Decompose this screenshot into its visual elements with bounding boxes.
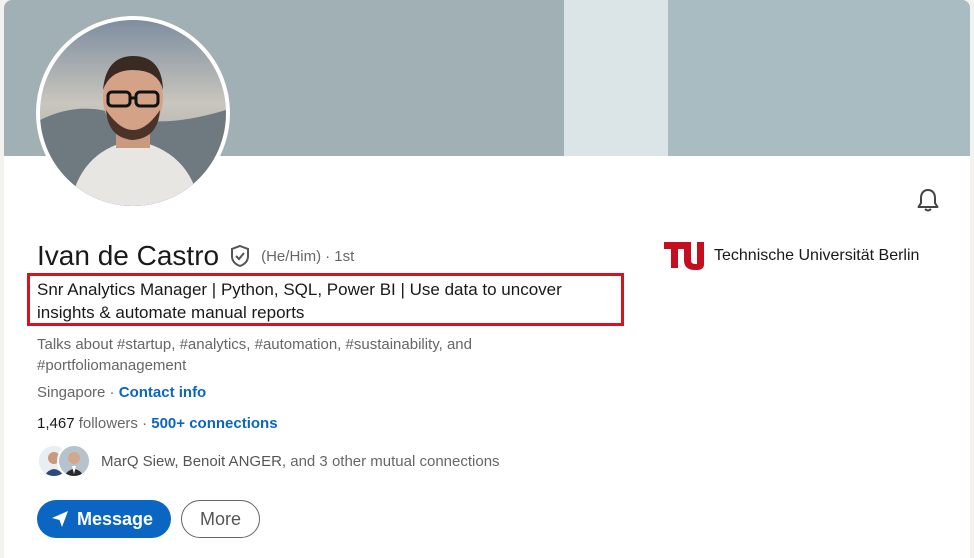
mutual-names: MarQ Siew, Benoit ANGER — [101, 452, 282, 470]
send-icon — [52, 511, 68, 527]
location: Singapore — [37, 384, 106, 401]
message-button-label: Message — [77, 508, 154, 529]
bell-icon — [917, 189, 939, 212]
followers-label: followers — [74, 415, 138, 432]
education-link[interactable]: Technische Universität Berlin — [664, 240, 919, 272]
location-separator: · — [105, 384, 119, 401]
banner-band-right — [668, 0, 970, 156]
profile-card: Ivan de Castro (He/Him) · 1st Technische… — [4, 0, 970, 558]
mutual-avatars — [37, 444, 93, 478]
followers-separator: · — [137, 415, 152, 432]
profile-name: Ivan de Castro — [37, 240, 220, 271]
message-button[interactable]: Message — [37, 500, 172, 538]
mutual-avatar — [57, 444, 91, 478]
contact-info-link[interactable]: Contact info — [119, 384, 207, 401]
notification-bell-button[interactable] — [914, 186, 942, 214]
connections-link[interactable]: 500+ connections — [151, 415, 277, 432]
verified-shield-icon[interactable] — [229, 244, 251, 268]
name-row: Ivan de Castro (He/Him) · 1st — [37, 240, 354, 272]
more-button[interactable]: More — [181, 500, 261, 538]
mutual-connections[interactable]: MarQ Siew, Benoit ANGER, and 3 other mut… — [37, 444, 500, 478]
connection-degree: · 1st — [325, 247, 355, 265]
profile-actions: Message More — [37, 500, 261, 538]
mutual-rest: , and 3 other mutual connections — [281, 452, 500, 470]
talks-about: Talks about #startup, #analytics, #autom… — [37, 336, 472, 374]
pronouns: (He/Him) — [261, 247, 322, 265]
profile-headline: Snr Analytics Manager | Python, SQL, Pow… — [37, 280, 562, 322]
mutual-connections-text: MarQ Siew, Benoit ANGER, and 3 other mut… — [101, 453, 500, 470]
avatar-photo — [40, 20, 226, 206]
banner-band-light — [564, 0, 668, 156]
tu-berlin-logo-icon — [664, 240, 706, 272]
profile-avatar[interactable] — [36, 16, 230, 210]
school-name: Technische Universität Berlin — [714, 247, 920, 264]
followers-count: 1,467 — [37, 415, 75, 432]
location-row: Singapore · Contact info — [37, 384, 206, 401]
followers-row: 1,467 followers · 500+ connections — [37, 415, 278, 432]
